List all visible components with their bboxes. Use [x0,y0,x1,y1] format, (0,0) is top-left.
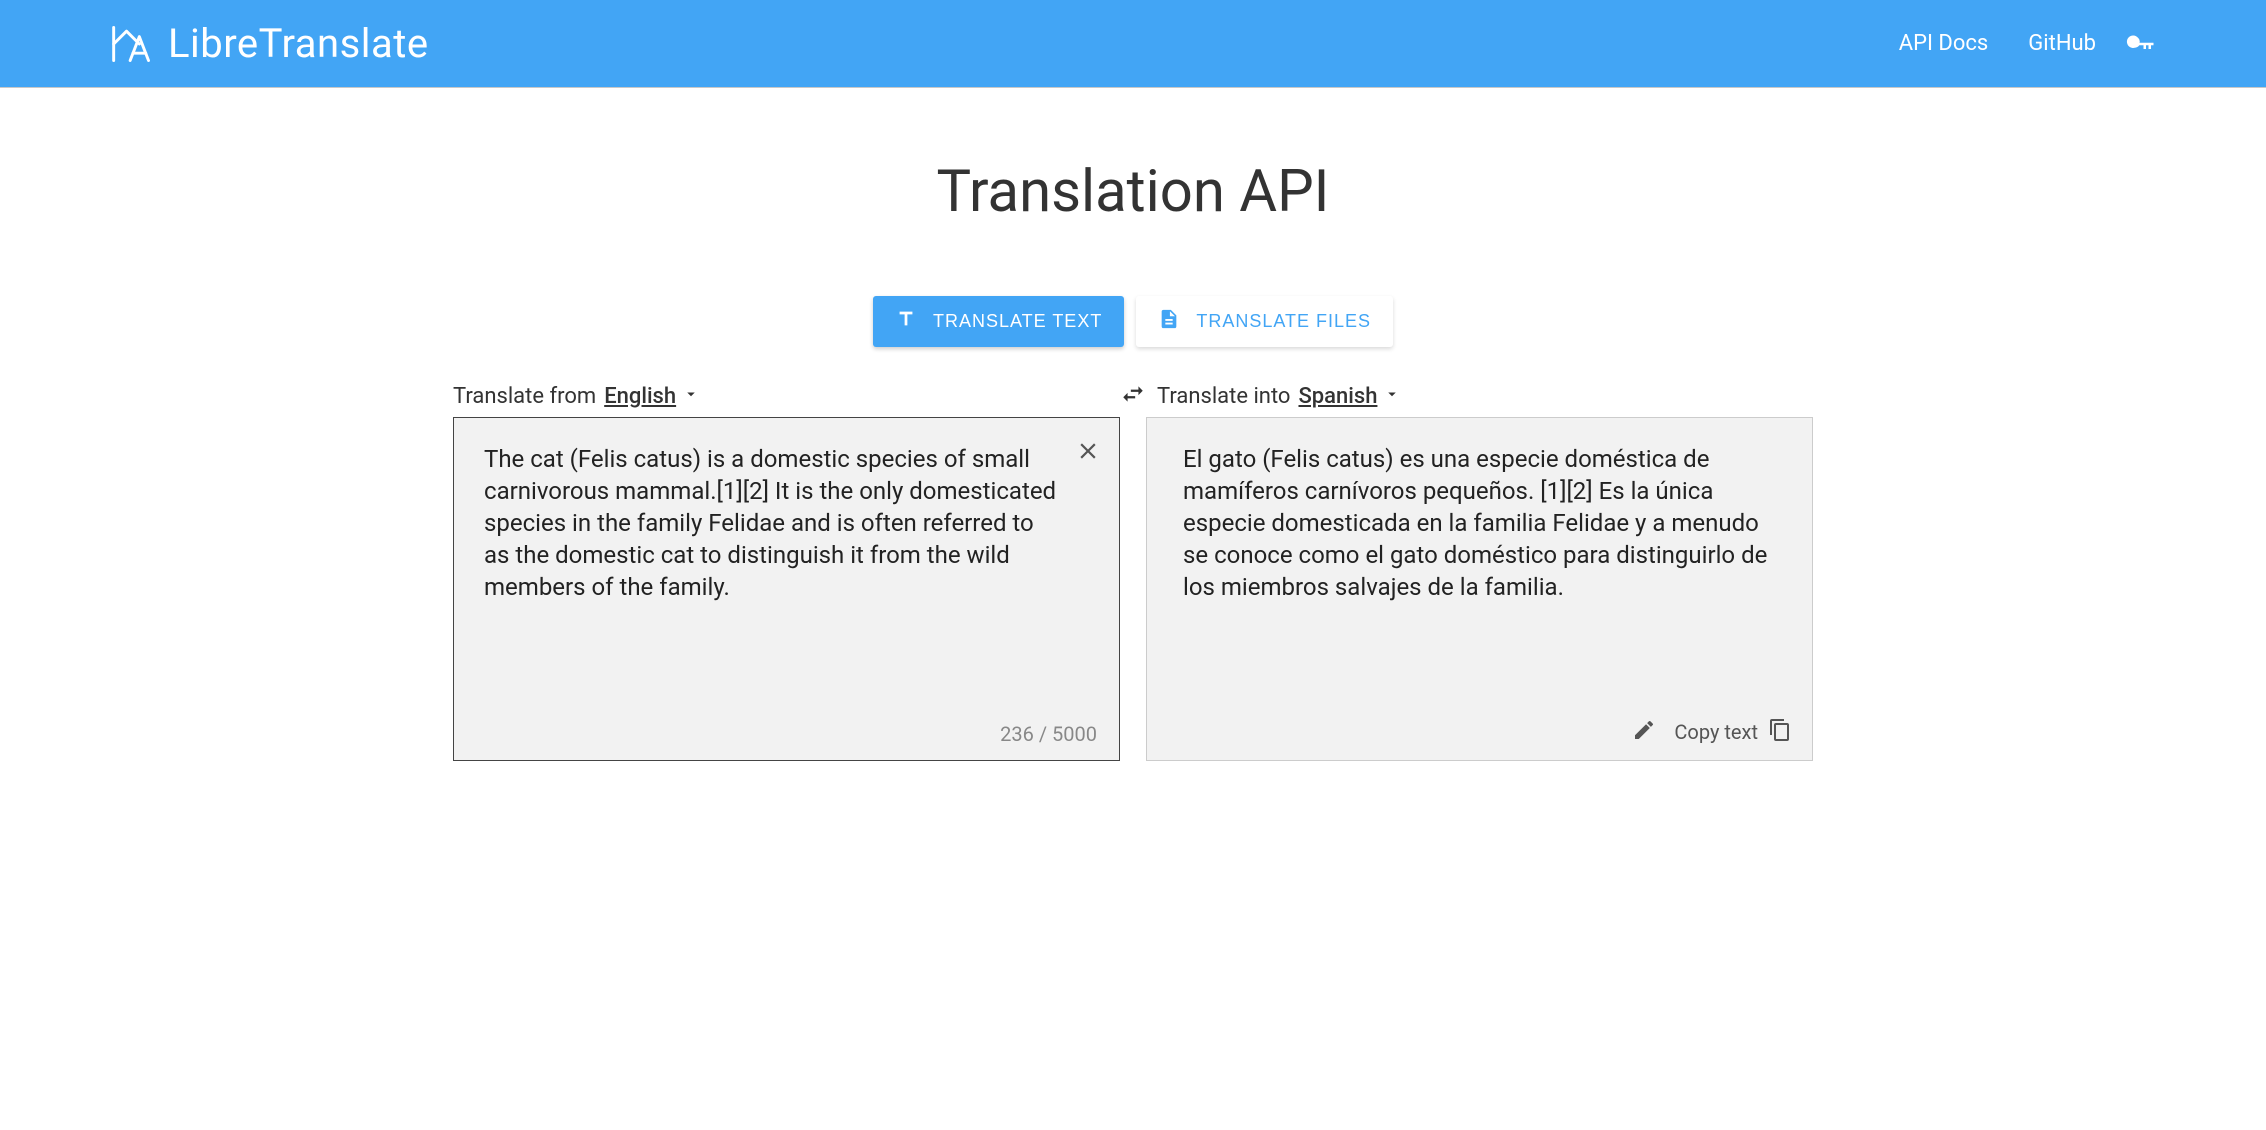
swap-languages-button[interactable] [1113,381,1153,411]
copy-label: Copy text [1674,720,1758,744]
tabs: TRANSLATE TEXT TRANSLATE FILES [453,296,1813,347]
swap-icon [1120,381,1146,411]
api-key-icon[interactable] [2126,29,2156,59]
nav-link-api-docs[interactable]: API Docs [1899,31,1989,56]
language-row: Translate from English Translate into Sp… [453,381,1813,411]
tab-label: TRANSLATE TEXT [933,311,1102,332]
logo-icon [110,22,154,66]
source-textarea[interactable] [454,418,1119,760]
nav-link-github[interactable]: GitHub [2028,31,2096,56]
tab-translate-files[interactable]: TRANSLATE FILES [1136,296,1393,347]
edit-translation-button[interactable] [1632,718,1656,746]
source-panel: 236 / 5000 [453,417,1120,761]
target-lang-block: Translate into Spanish [1157,384,1813,409]
target-panel: El gato (Felis catus) es una especie dom… [1146,417,1813,761]
clear-source-button[interactable] [1075,438,1101,468]
source-language-select[interactable]: English [604,384,700,409]
char-count: 236 / 5000 [1000,722,1097,746]
tab-translate-text[interactable]: TRANSLATE TEXT [873,296,1124,347]
target-actions: Copy text [1632,718,1792,746]
source-lang-block: Translate from English [453,384,1109,409]
from-label: Translate from [453,384,596,409]
target-language-select[interactable]: Spanish [1298,384,1401,409]
pencil-icon [1632,718,1656,746]
close-icon [1075,449,1101,468]
copy-text-button[interactable]: Copy text [1674,718,1792,746]
title-icon [895,308,917,335]
chevron-down-icon [1383,384,1401,409]
target-language-value: Spanish [1298,384,1377,409]
target-output: El gato (Felis catus) es una especie dom… [1147,418,1812,664]
navbar: LibreTranslate API Docs GitHub [0,0,2266,88]
brand-title: LibreTranslate [168,20,429,67]
into-label: Translate into [1157,384,1290,409]
copy-icon [1768,718,1792,746]
tab-label: TRANSLATE FILES [1196,311,1371,332]
source-language-value: English [604,384,676,409]
brand[interactable]: LibreTranslate [110,20,429,67]
chevron-down-icon [682,384,700,409]
translation-panels: 236 / 5000 El gato (Felis catus) es una … [453,417,1813,761]
main: Translation API TRANSLATE TEXT TRANSLATE… [433,158,1833,761]
page-title: Translation API [453,158,1813,226]
file-icon [1158,308,1180,335]
